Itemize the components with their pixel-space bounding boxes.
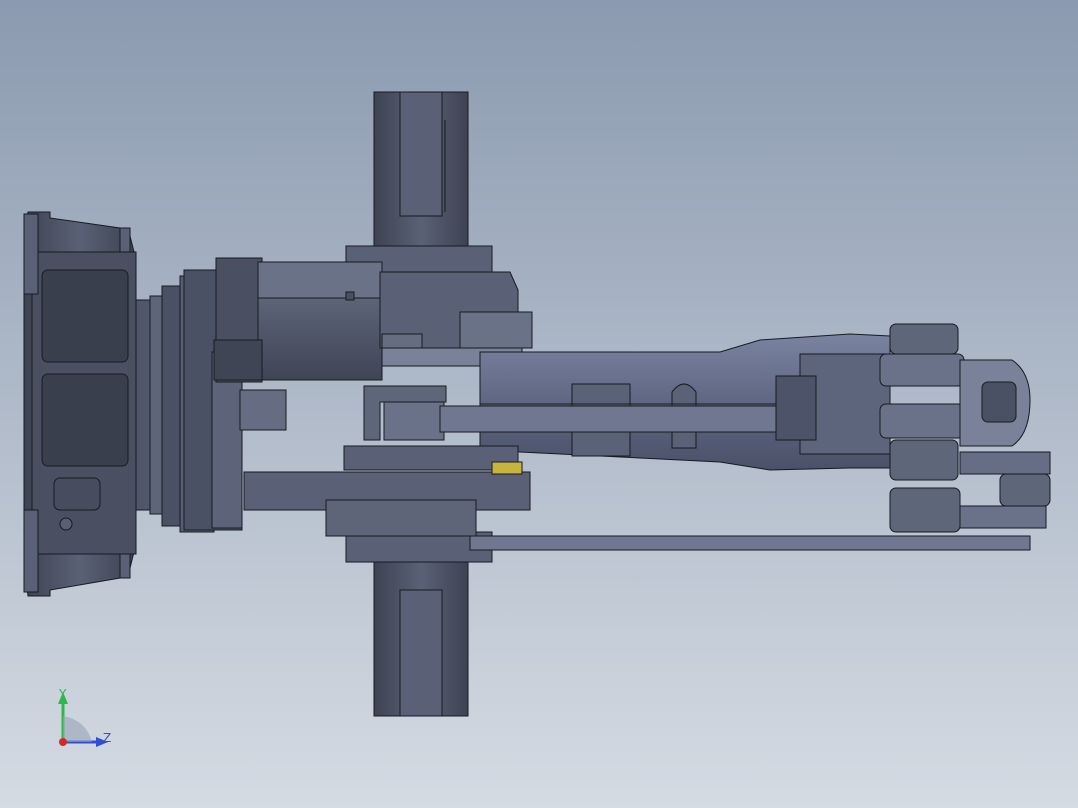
triad-y-label: Y xyxy=(59,687,67,701)
shoulder-motor[interactable] xyxy=(213,257,383,383)
base-flange[interactable] xyxy=(23,211,137,597)
robot-arm-model[interactable] xyxy=(0,0,1078,808)
graphics-viewport[interactable]: Y Z xyxy=(0,0,1078,808)
triad-z-label: Z xyxy=(103,731,112,745)
